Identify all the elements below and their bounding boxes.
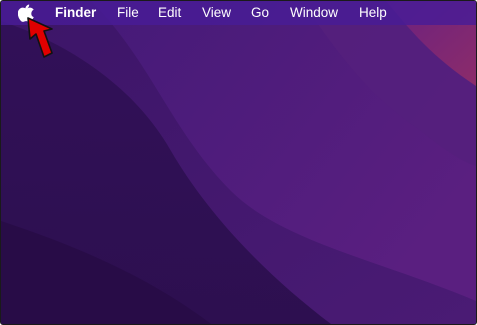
menu-view[interactable]: View	[202, 5, 231, 21]
menu-help[interactable]: Help	[359, 5, 387, 21]
red-arrow-pointer-icon	[27, 17, 53, 58]
menu-finder[interactable]: Finder	[55, 5, 96, 21]
menu-edit[interactable]: Edit	[158, 5, 181, 21]
menu-window[interactable]: Window	[290, 5, 338, 21]
desktop: Finder File Edit View Go Window Help	[0, 0, 477, 325]
menu-go[interactable]: Go	[251, 5, 269, 21]
menu-bar: Finder File Edit View Go Window Help	[1, 1, 476, 25]
desktop-wallpaper	[1, 1, 476, 324]
menu-file[interactable]: File	[117, 5, 139, 21]
